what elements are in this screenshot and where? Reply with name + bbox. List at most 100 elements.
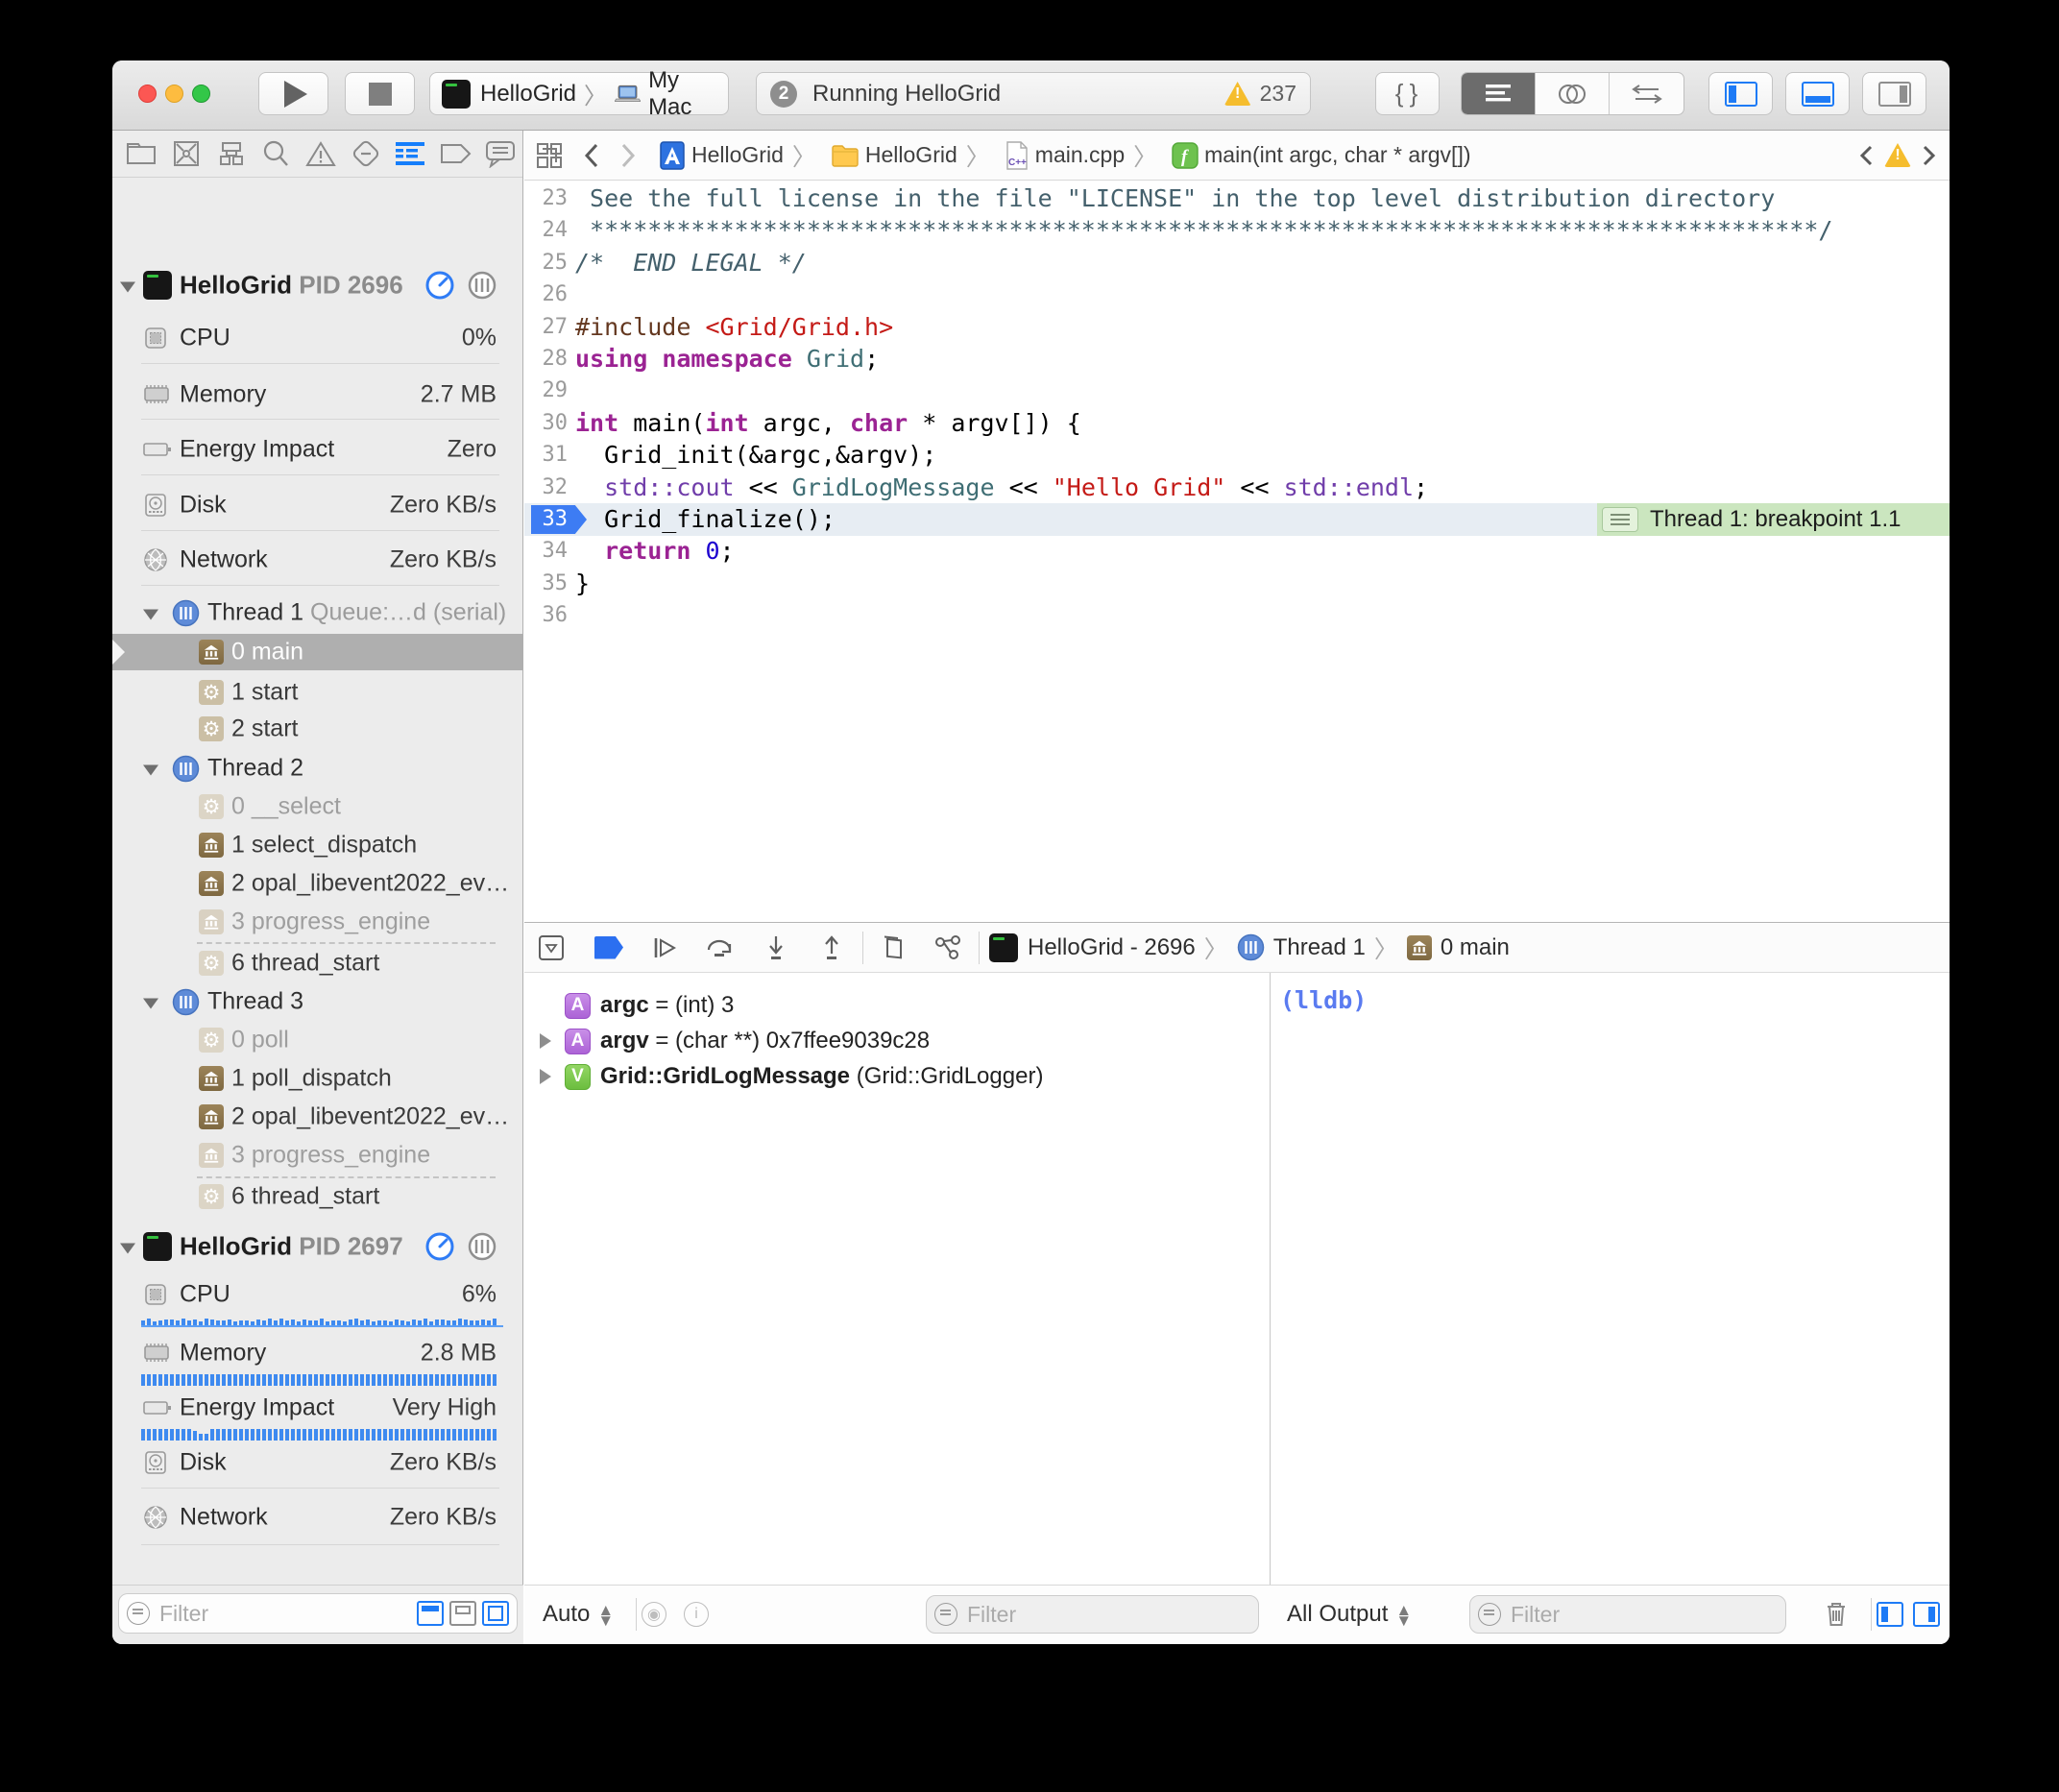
frame-row[interactable]: ⚙ 0 __select — [112, 788, 523, 825]
frame-row[interactable]: ⚙ 1 start — [112, 674, 523, 711]
breadcrumb-file[interactable]: main.cpp — [1035, 142, 1125, 168]
frame-row-selected[interactable]: 0 main — [112, 634, 523, 670]
report-navigator-tab[interactable] — [477, 134, 522, 173]
breadcrumb-project[interactable]: HelloGrid — [691, 142, 784, 168]
line-number[interactable]: 36 — [532, 599, 568, 632]
symbol-navigator-tab[interactable] — [208, 134, 254, 173]
source-control-navigator-tab[interactable] — [164, 134, 209, 173]
stat-row-cpu[interactable]: CPU 6% — [112, 1276, 523, 1313]
step-into-button[interactable] — [755, 929, 797, 967]
stat-row-energy[interactable]: Energy Impact Zero — [112, 431, 523, 468]
line-number[interactable]: 27 — [532, 311, 568, 344]
hide-debug-area-button[interactable] — [530, 929, 572, 967]
toggle-inspector-button[interactable] — [1862, 72, 1926, 115]
breadcrumb-process[interactable]: HelloGrid - 2696 — [1028, 934, 1196, 961]
stat-row-energy[interactable]: Energy Impact Very High — [112, 1390, 523, 1426]
toggle-debug-area-button[interactable] — [1785, 72, 1850, 115]
standard-editor-button[interactable] — [1462, 73, 1536, 114]
frame-row[interactable]: 1 poll_dispatch — [112, 1060, 523, 1097]
thread-row-2[interactable]: Thread 2 — [112, 750, 523, 787]
console-view[interactable]: (lldb) — [1270, 973, 1950, 1585]
toggle-navigator-button[interactable] — [1708, 72, 1773, 115]
show-console-button[interactable] — [1913, 1602, 1940, 1627]
frame-row[interactable]: ⚙ 2 start — [112, 711, 523, 747]
issue-navigator-tab[interactable] — [299, 134, 344, 173]
disclosure-triangle[interactable] — [120, 282, 135, 293]
related-items-button[interactable] — [536, 142, 563, 169]
warning-icon[interactable] — [1884, 143, 1911, 167]
breadcrumb-thread[interactable]: Thread 1 — [1273, 934, 1366, 961]
frame-row[interactable]: 1 select_dispatch — [112, 827, 523, 863]
variables-filter-input[interactable] — [965, 1601, 1250, 1629]
variables-filter-field[interactable] — [926, 1595, 1259, 1634]
disclosure-triangle[interactable] — [540, 1069, 551, 1084]
stat-row-disk[interactable]: Disk Zero KB/s — [112, 1444, 523, 1481]
previous-issue-button[interactable] — [1859, 145, 1873, 166]
line-number[interactable]: 33 — [532, 503, 568, 536]
stat-row-network[interactable]: Network Zero KB/s — [112, 542, 523, 578]
breadcrumb-frame[interactable]: 0 main — [1441, 934, 1510, 961]
version-editor-button[interactable] — [1610, 73, 1684, 114]
run-button[interactable] — [258, 72, 328, 115]
gauge-toggle-icon[interactable] — [424, 270, 455, 301]
find-navigator-tab[interactable] — [254, 134, 299, 173]
line-number[interactable]: 30 — [532, 407, 568, 440]
stat-row-disk[interactable]: Disk Zero KB/s — [112, 487, 523, 523]
continue-button[interactable] — [643, 929, 686, 967]
gauge-toggle-icon[interactable] — [424, 1231, 455, 1262]
variable-row[interactable]: A argc = (int) 3 — [524, 988, 1270, 1023]
console-filter-input[interactable] — [1509, 1601, 1778, 1629]
memory-graph-button[interactable] — [927, 929, 969, 967]
line-number[interactable]: 24 — [532, 214, 568, 247]
disclosure-triangle[interactable] — [540, 1033, 551, 1049]
threads-toggle-icon[interactable] — [467, 1231, 497, 1262]
console-output-dropdown[interactable]: All Output▲▼ — [1287, 1601, 1412, 1628]
debug-navigator-tab[interactable] — [388, 134, 433, 173]
source-editor[interactable]: 23 See the full license in the file "LIC… — [524, 182, 1950, 720]
filter-flagged-threads-button[interactable] — [449, 1601, 476, 1626]
stat-row-cpu[interactable]: CPU 0% — [112, 320, 523, 356]
threads-toggle-icon[interactable] — [467, 270, 497, 301]
project-navigator-tab[interactable] — [119, 134, 164, 173]
disclosure-triangle[interactable] — [143, 999, 158, 1009]
step-over-button[interactable] — [699, 929, 741, 967]
breadcrumb-group[interactable]: HelloGrid — [865, 142, 957, 168]
breadcrumb-symbol[interactable]: main(int argc, char * argv[]) — [1204, 142, 1470, 168]
breakpoints-toggle-button[interactable] — [588, 929, 630, 967]
zoom-window-button[interactable] — [192, 85, 210, 103]
line-number[interactable]: 26 — [532, 278, 568, 311]
line-number[interactable]: 32 — [532, 472, 568, 504]
frame-row[interactable]: ⚙ 0 poll — [112, 1022, 523, 1058]
frame-row[interactable]: ⚙ 6 thread_start — [112, 1178, 523, 1215]
library-button[interactable]: { } — [1375, 72, 1440, 115]
clear-console-button[interactable] — [1824, 1599, 1849, 1628]
step-out-button[interactable] — [811, 929, 853, 967]
minimize-window-button[interactable] — [165, 85, 183, 103]
thread-row-1[interactable]: Thread 1 Queue:…d (serial) — [112, 594, 523, 631]
info-icon[interactable]: i — [684, 1602, 709, 1627]
variable-row[interactable]: V Grid::GridLogMessage (Grid::GridLogger… — [524, 1059, 1270, 1094]
disclosure-triangle[interactable] — [143, 765, 158, 776]
annotation-menu-icon[interactable] — [1602, 507, 1638, 532]
filter-input[interactable] — [157, 1600, 411, 1628]
forward-button[interactable] — [620, 143, 636, 168]
disclosure-triangle[interactable] — [143, 610, 158, 620]
frame-row[interactable]: ⚙ 6 thread_start — [112, 945, 523, 981]
activity-view[interactable]: 2 Running HelloGrid 237 — [756, 72, 1311, 115]
process-row-2696[interactable]: HelloGrid PID 2696 — [112, 267, 523, 303]
filter-stack-frames-button[interactable] — [482, 1601, 509, 1626]
frame-row[interactable]: 3 progress_engine — [112, 904, 523, 940]
quicklook-icon[interactable]: ◉ — [642, 1602, 666, 1627]
line-number[interactable]: 23 — [532, 182, 568, 215]
next-issue-button[interactable] — [1923, 145, 1936, 166]
breakpoint-navigator-tab[interactable] — [433, 134, 478, 173]
breakpoint-annotation[interactable]: Thread 1: breakpoint 1.1 — [1597, 503, 1950, 536]
assistant-editor-button[interactable] — [1536, 73, 1610, 114]
back-button[interactable] — [584, 143, 599, 168]
filter-running-processes-button[interactable] — [417, 1601, 444, 1626]
line-number[interactable]: 35 — [532, 568, 568, 600]
line-number[interactable]: 28 — [532, 343, 568, 375]
frame-row[interactable]: 3 progress_engine — [112, 1137, 523, 1174]
console-filter-field[interactable] — [1469, 1595, 1786, 1634]
disclosure-triangle[interactable] — [120, 1244, 135, 1254]
